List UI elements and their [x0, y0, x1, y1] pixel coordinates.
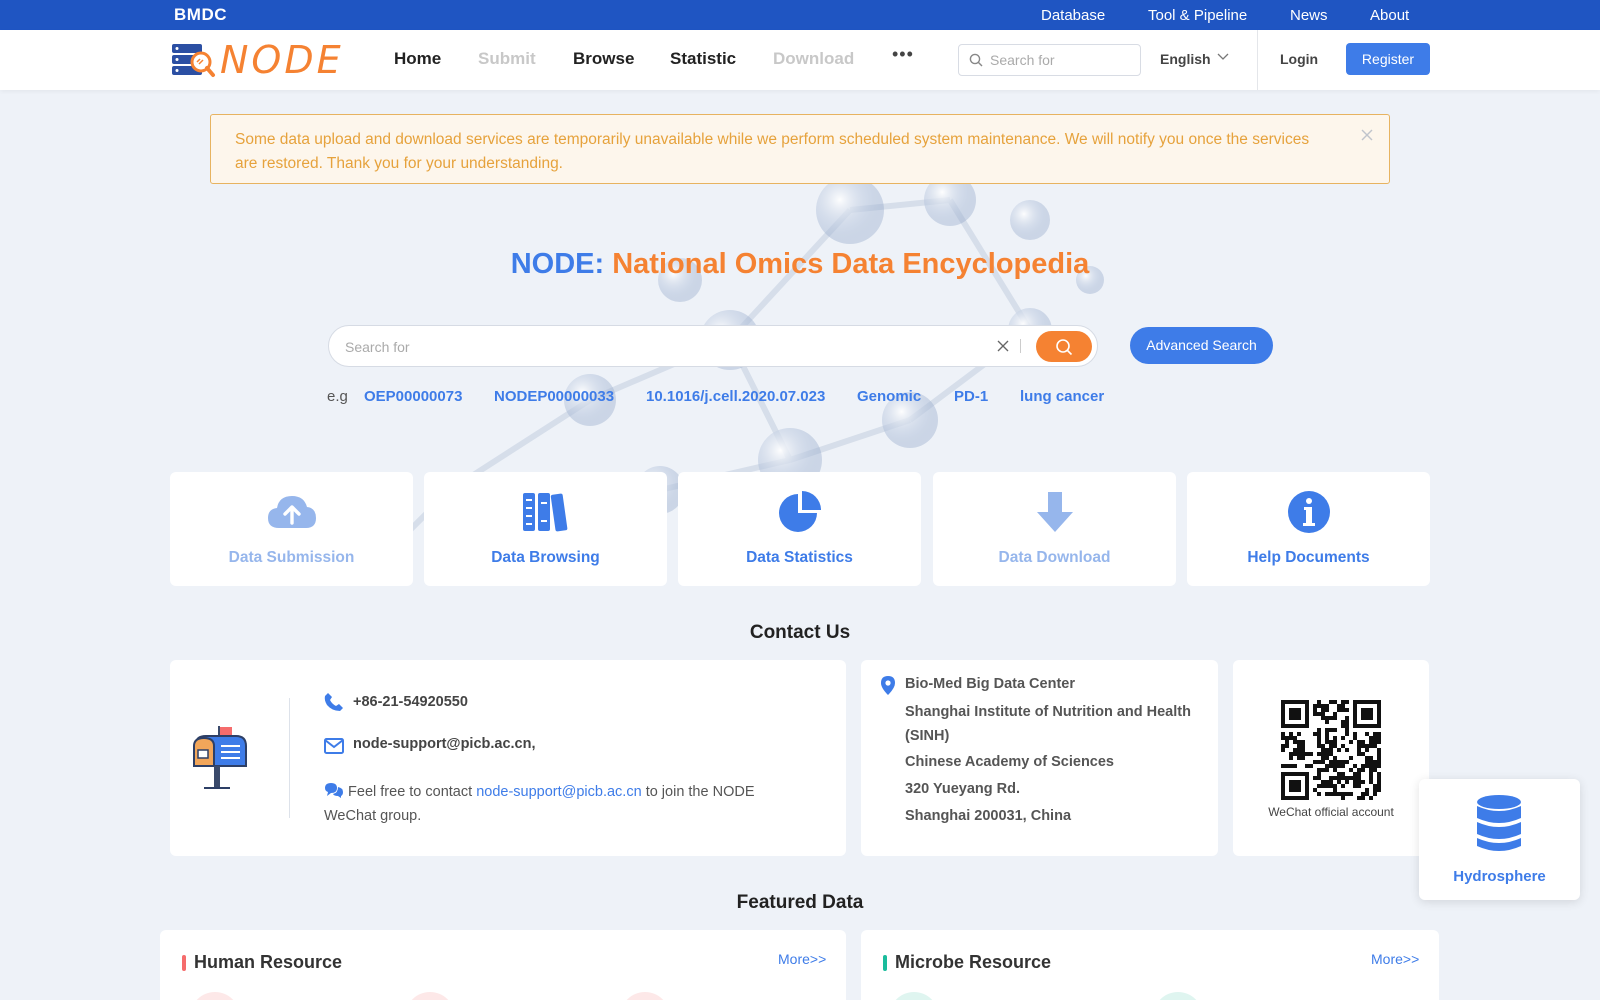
hero-title-main: National Omics Data Encyclopedia	[612, 248, 1090, 280]
microbe-resource-card: Microbe Resource More>>	[861, 930, 1439, 1000]
language-select[interactable]: English	[1160, 51, 1211, 67]
wechat-qr-card: WeChat official account	[1233, 660, 1429, 856]
wechat-prefix: Feel free to contact	[348, 784, 473, 800]
resource-icon	[889, 992, 939, 1000]
hero-title: NODE: National Omics Data Encyclopedia	[0, 248, 1600, 281]
hero-title-prefix: NODE:	[510, 248, 605, 280]
topbar-link-about[interactable]: About	[1370, 7, 1409, 24]
chat-bubbles-icon	[325, 783, 343, 798]
example-link[interactable]: Genomic	[857, 388, 921, 405]
info-icon	[1288, 491, 1330, 533]
contact-card: +86-21-54920550 node-support@picb.ac.cn,…	[170, 660, 846, 856]
contact-us-title: Contact Us	[749, 622, 851, 643]
hydrosphere-widget[interactable]: Hydrosphere	[1419, 779, 1580, 900]
data-browsing-card[interactable]: Data Browsing	[424, 472, 667, 586]
clear-icon[interactable]	[997, 340, 1009, 352]
contact-email[interactable]: node-support@picb.ac.cn,	[353, 736, 536, 752]
database-stack-icon	[1477, 795, 1521, 851]
example-link[interactable]: lung cancer	[1020, 388, 1104, 405]
section-marker	[182, 955, 186, 971]
resource-icon	[190, 992, 240, 1000]
microbe-resource-title: Microbe Resource	[895, 952, 1052, 972]
address-line: Shanghai Institute of Nutrition and Heal…	[905, 704, 1191, 744]
bmdc-brand[interactable]: BMDC	[174, 5, 227, 25]
main-header: NODE Home Submit Browse Statistic Downlo…	[0, 30, 1600, 90]
address-line: 320 Yueyang Rd.	[905, 781, 1020, 797]
address-line: Chinese Academy of Sciences	[905, 754, 1114, 770]
search-button[interactable]	[1036, 331, 1092, 362]
feature-label: Data Download	[998, 549, 1111, 566]
address-card: Bio-Med Big Data Center Shanghai Institu…	[861, 660, 1218, 856]
phone-icon	[324, 693, 343, 711]
nav-statistic[interactable]: Statistic	[670, 49, 736, 69]
human-resource-title: Human Resource	[194, 952, 343, 972]
node-logo[interactable]: NODE	[170, 40, 341, 80]
help-documents-card[interactable]: Help Documents	[1187, 472, 1430, 586]
address-line: Bio-Med Big Data Center	[905, 676, 1075, 692]
wechat-email-link[interactable]: node-support@picb.ac.cn	[476, 784, 641, 800]
login-link[interactable]: Login	[1280, 51, 1318, 67]
main-search-bar	[328, 325, 1098, 367]
header-search	[958, 44, 1141, 76]
hydrosphere-label: Hydrosphere	[1453, 868, 1546, 885]
header-search-input[interactable]	[990, 50, 1135, 70]
data-download-card[interactable]: Data Download	[933, 472, 1176, 586]
location-pin-icon	[881, 676, 895, 695]
nav-browse[interactable]: Browse	[573, 49, 634, 69]
register-button[interactable]: Register	[1346, 43, 1430, 75]
feature-label: Data Submission	[228, 549, 355, 566]
search-icon	[969, 53, 983, 67]
main-search-input[interactable]	[345, 336, 945, 358]
feature-label: Data Statistics	[746, 549, 853, 566]
alert-message: Some data upload and download services a…	[235, 131, 1310, 172]
search-icon	[1056, 339, 1073, 356]
email-icon	[324, 738, 344, 754]
advanced-search-button[interactable]: Advanced Search	[1130, 327, 1273, 364]
chevron-down-icon[interactable]	[1217, 53, 1229, 61]
maintenance-alert: Some data upload and download services a…	[210, 114, 1390, 184]
more-menu-icon[interactable]: •••	[892, 44, 914, 65]
data-submission-card[interactable]: Data Submission	[170, 472, 413, 586]
feature-label: Help Documents	[1247, 549, 1370, 566]
nav-home[interactable]: Home	[394, 49, 441, 69]
feature-label: Data Browsing	[491, 549, 600, 566]
contact-divider	[289, 698, 290, 818]
topbar-link-tool-pipeline[interactable]: Tool & Pipeline	[1148, 7, 1247, 24]
topbar-link-database[interactable]: Database	[1041, 7, 1105, 24]
resource-icon	[620, 992, 670, 1000]
close-icon[interactable]	[1361, 129, 1373, 141]
example-link[interactable]: NODEP00000033	[494, 388, 614, 405]
wechat-qr-code	[1281, 700, 1381, 800]
data-statistics-card[interactable]: Data Statistics	[678, 472, 921, 586]
nav-download[interactable]: Download	[773, 49, 854, 69]
example-link[interactable]: 10.1016/j.cell.2020.07.023	[646, 388, 825, 405]
cloud-upload-icon	[268, 496, 316, 528]
section-marker	[883, 955, 887, 971]
mailbox-icon	[193, 726, 247, 789]
books-icon	[523, 493, 568, 532]
wechat-group-text: Feel free to contact node-support@picb.a…	[324, 780, 784, 828]
header-divider	[1257, 30, 1258, 90]
examples-label: e.g	[327, 388, 348, 405]
nav-submit[interactable]: Submit	[478, 49, 536, 69]
featured-data-title: Featured Data	[736, 892, 864, 913]
database-search-icon	[172, 44, 215, 77]
address-line: Shanghai 200031, China	[905, 808, 1072, 824]
top-bar: BMDC Database Tool & Pipeline News About	[0, 0, 1600, 30]
resource-icon	[1153, 992, 1203, 1000]
example-link[interactable]: OEP00000073	[364, 388, 462, 405]
download-arrow-icon	[1037, 492, 1073, 532]
logo-text: NODE	[220, 38, 344, 82]
human-resource-card: Human Resource More>>	[160, 930, 846, 1000]
example-link[interactable]: PD-1	[954, 388, 988, 405]
topbar-link-news[interactable]: News	[1290, 7, 1328, 24]
pie-chart-icon	[779, 491, 821, 532]
contact-phone: +86-21-54920550	[353, 694, 468, 710]
microbe-more-link[interactable]: More>>	[1371, 951, 1419, 967]
qr-caption: WeChat official account	[1268, 805, 1394, 819]
search-separator	[1020, 339, 1021, 353]
resource-icon	[405, 992, 455, 1000]
human-more-link[interactable]: More>>	[778, 951, 826, 967]
